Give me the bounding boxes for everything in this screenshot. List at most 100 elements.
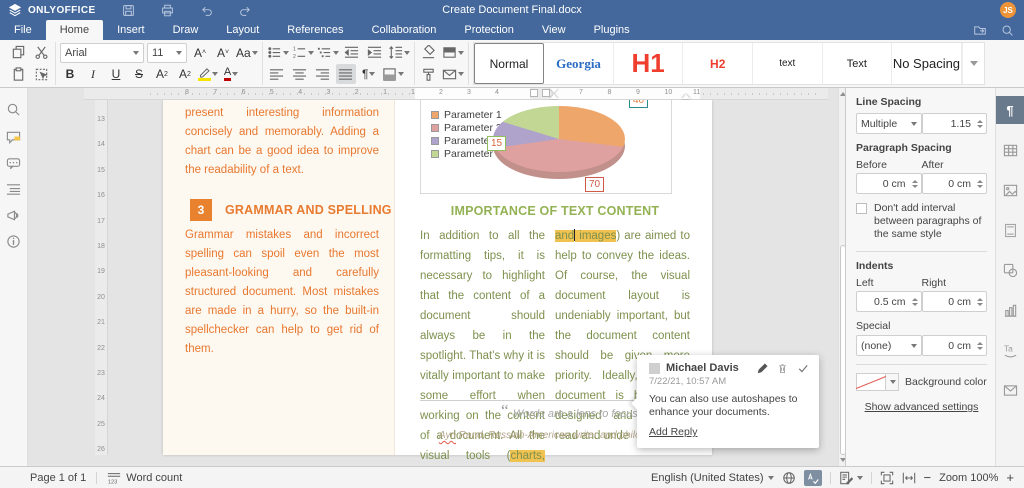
mail-merge-settings-tab[interactable] (996, 376, 1024, 404)
background-color-picker[interactable] (856, 373, 899, 391)
style-text[interactable]: Text (823, 43, 893, 84)
ruler-margin-marker[interactable] (542, 89, 550, 97)
hanging-indent-marker[interactable] (550, 94, 558, 99)
comment-popup[interactable]: Michael Davis 7/22/21, 10:57 AM You can … (637, 355, 819, 448)
special-select[interactable]: (none) (856, 335, 922, 356)
tab-file[interactable]: File (0, 20, 46, 40)
font-name-select[interactable]: Arial (60, 43, 144, 63)
table-settings-tab[interactable] (996, 136, 1024, 164)
spinner-arrows[interactable] (974, 174, 986, 193)
spellcheck-toggle[interactable] (804, 470, 822, 486)
bold-button[interactable]: B (60, 64, 80, 84)
search-icon[interactable] (6, 102, 22, 118)
indent-left-spinner[interactable]: 0.5 cm (856, 291, 922, 312)
decrease-indent-button[interactable] (342, 43, 362, 63)
style-no-spacing[interactable]: No Spacing (892, 43, 962, 84)
quote-text[interactable]: Words are a lens to focus on (513, 408, 653, 420)
italic-button[interactable]: I (83, 64, 103, 84)
headers-footers-settings-tab[interactable] (996, 216, 1024, 244)
spacing-after-spinner[interactable]: 0 cm (922, 173, 988, 194)
tab-home[interactable]: Home (46, 20, 103, 40)
first-line-indent-marker[interactable] (550, 88, 558, 93)
tab-protection[interactable]: Protection (450, 20, 528, 40)
subscript-button[interactable]: A2 (175, 64, 195, 84)
align-left-button[interactable] (267, 64, 287, 84)
clear-style-button[interactable] (419, 43, 439, 63)
image-settings-tab[interactable] (996, 176, 1024, 204)
tab-references[interactable]: References (273, 20, 357, 40)
style-normal[interactable]: Normal (474, 43, 545, 84)
chevron-down-icon[interactable] (886, 373, 899, 391)
decrement-font-button[interactable]: A˅ (213, 43, 233, 63)
tab-view[interactable]: View (528, 20, 580, 40)
increase-indent-button[interactable] (365, 43, 385, 63)
spinner-arrows[interactable] (909, 174, 921, 193)
select-all-button[interactable] (31, 64, 51, 84)
shape-settings-tab[interactable] (996, 256, 1024, 284)
tab-plugins[interactable]: Plugins (580, 20, 644, 40)
highlight-color-button[interactable] (198, 64, 218, 84)
multilevel-list-button[interactable] (317, 43, 339, 63)
line-spacing-button[interactable] (388, 43, 410, 63)
paragraph-settings-tab[interactable]: ¶ (996, 96, 1024, 124)
resolve-comment-icon[interactable] (797, 363, 809, 374)
show-advanced-settings-link[interactable]: Show advanced settings (856, 401, 987, 413)
font-color-button[interactable]: A (221, 64, 241, 84)
style-text-small[interactable]: text (753, 43, 823, 84)
tab-collaboration[interactable]: Collaboration (358, 20, 451, 40)
align-right-button[interactable] (313, 64, 333, 84)
word-count-button[interactable]: 123 Word count (107, 471, 182, 485)
section-heading-importance[interactable]: IMPORTANCE OF TEXT CONTENT (420, 204, 690, 218)
interval-checkbox[interactable] (856, 203, 867, 214)
mail-merge-button[interactable] (442, 64, 464, 84)
delete-comment-icon[interactable] (777, 363, 788, 374)
chart-settings-tab[interactable] (996, 296, 1024, 324)
style-h2[interactable]: H2 (683, 43, 753, 84)
line-spacing-value-spinner[interactable]: 1.15 (922, 113, 987, 134)
edit-comment-icon[interactable] (757, 363, 768, 374)
ruler-margin-marker[interactable] (530, 89, 538, 97)
special-by-spinner[interactable]: 0 cm (922, 335, 987, 356)
textart-settings-tab[interactable]: Ta (996, 336, 1024, 364)
user-avatar[interactable]: JS (1000, 2, 1016, 18)
add-reply-link[interactable]: Add Reply (649, 426, 697, 438)
paste-button[interactable] (8, 64, 28, 84)
paragraph-orange-2[interactable]: Grammar mistakes and incorrect spelling … (185, 226, 379, 359)
spacing-before-spinner[interactable]: 0 cm (856, 173, 922, 194)
line-spacing-select[interactable]: Multiple (856, 113, 922, 134)
copy-button[interactable] (8, 43, 28, 63)
indent-right-spinner[interactable]: 0 cm (922, 291, 988, 312)
document-page[interactable]: present interesting information concisel… (163, 100, 712, 455)
copy-style-button[interactable] (419, 64, 439, 84)
style-georgia[interactable]: Georgia (544, 43, 614, 84)
chat-icon[interactable] (6, 156, 22, 172)
vertical-scrollbar[interactable] (838, 88, 845, 466)
feedback-icon[interactable] (6, 208, 22, 224)
paragraph-orange-1[interactable]: present interesting information concisel… (185, 104, 379, 180)
justify-button[interactable] (336, 64, 356, 84)
color-scheme-button[interactable] (442, 43, 464, 63)
language-selector[interactable]: English (United States) (651, 472, 774, 484)
navigation-headings-icon[interactable] (6, 182, 22, 198)
nonprinting-characters-button[interactable]: ¶ (359, 64, 379, 84)
open-file-location-button[interactable] (973, 24, 987, 37)
fit-width-button[interactable] (902, 471, 916, 485)
zoom-level[interactable]: Zoom 100% (939, 472, 998, 484)
spinner-arrows[interactable] (909, 292, 921, 311)
tab-insert[interactable]: Insert (103, 20, 159, 40)
align-center-button[interactable] (290, 64, 310, 84)
cut-button[interactable] (31, 43, 51, 63)
spinner-arrows[interactable] (974, 336, 986, 355)
font-size-select[interactable]: 11 (147, 43, 187, 63)
styles-gallery-expand-button[interactable] (962, 43, 984, 84)
right-indent-marker[interactable] (682, 94, 690, 99)
zoom-out-button[interactable]: − (924, 470, 932, 485)
set-language-globe-button[interactable] (782, 471, 796, 485)
change-case-button[interactable]: Aa (236, 43, 258, 63)
tab-draw[interactable]: Draw (159, 20, 213, 40)
bullets-button[interactable] (267, 43, 289, 63)
fit-page-button[interactable] (880, 471, 894, 485)
track-changes-button[interactable] (839, 471, 863, 485)
paragraph-shading-button[interactable] (382, 64, 404, 84)
spinner-arrows[interactable] (974, 114, 986, 133)
